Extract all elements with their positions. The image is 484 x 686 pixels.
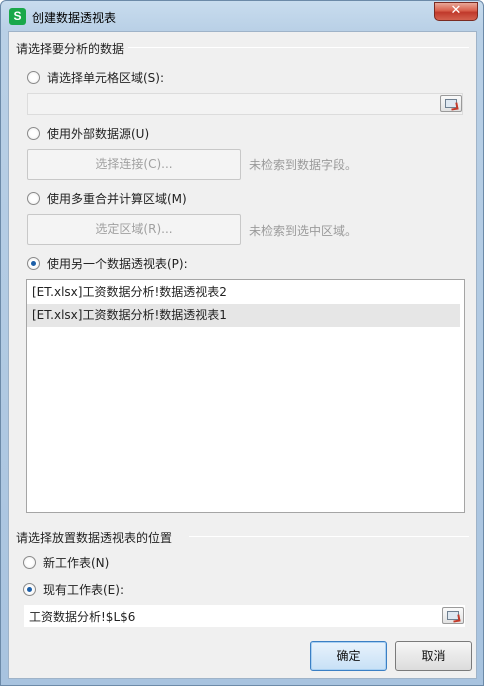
option-existing-worksheet[interactable]: 现有工作表(E):: [23, 581, 124, 598]
no-region-note: 未检索到选中区域。: [249, 224, 358, 238]
location-value: 工资数据分析!$L$6: [29, 610, 136, 624]
location-group-divider: [189, 536, 469, 537]
list-item[interactable]: [ET.xlsx]工资数据分析!数据透视表2: [27, 281, 464, 304]
radio-external-source[interactable]: [27, 127, 40, 140]
option-multiple-consolidation[interactable]: 使用多重合并计算区域(M): [27, 190, 187, 207]
location-picker-arrow-icon: [452, 614, 461, 623]
radio-multiple-consolidation[interactable]: [27, 192, 40, 205]
list-item[interactable]: [ET.xlsx]工资数据分析!数据透视表1: [27, 304, 460, 327]
source-group-divider: [124, 47, 469, 48]
cell-range-label: 请选择单元格区域(S):: [47, 71, 165, 85]
title-bar[interactable]: S 创建数据透视表 ✕: [1, 1, 483, 31]
close-button[interactable]: ✕: [434, 2, 478, 21]
option-external-source[interactable]: 使用外部数据源(U): [27, 125, 149, 142]
external-source-label: 使用外部数据源(U): [47, 127, 150, 141]
source-group-label: 请选择要分析的数据: [16, 40, 129, 57]
range-picker-button[interactable]: [440, 95, 462, 112]
radio-new-worksheet[interactable]: [23, 556, 36, 569]
select-connection-button[interactable]: 选择连接(C)...: [27, 149, 241, 180]
dialog-title: 创建数据透视表: [32, 11, 117, 25]
multiple-consolidation-label: 使用多重合并计算区域(M): [47, 192, 187, 206]
ok-button[interactable]: 确定: [310, 641, 387, 671]
another-pivot-label: 使用另一个数据透视表(P):: [47, 257, 188, 271]
new-worksheet-label: 新工作表(N): [43, 556, 110, 570]
select-region-button[interactable]: 选定区域(R)...: [27, 214, 241, 245]
option-another-pivot[interactable]: 使用另一个数据透视表(P):: [27, 255, 188, 272]
option-new-worksheet[interactable]: 新工作表(N): [23, 554, 109, 571]
wps-app-icon: S: [9, 8, 26, 25]
radio-another-pivot[interactable]: [27, 257, 40, 270]
option-cell-range[interactable]: 请选择单元格区域(S):: [27, 69, 164, 86]
radio-existing-worksheet[interactable]: [23, 583, 36, 596]
create-pivot-table-dialog: S 创建数据透视表 ✕ 请选择要分析的数据 请选择单元格区域(S): 使用外部数…: [0, 0, 484, 686]
existing-worksheet-label: 现有工作表(E):: [43, 583, 124, 597]
no-field-note: 未检索到数据字段。: [249, 158, 358, 172]
dialog-body: 请选择要分析的数据 请选择单元格区域(S): 使用外部数据源(U) 选择连接(C…: [8, 31, 477, 679]
range-picker-arrow-icon: [450, 102, 459, 111]
cell-range-input[interactable]: [27, 93, 463, 115]
location-picker-button[interactable]: [442, 607, 464, 624]
pivot-table-list[interactable]: [ET.xlsx]工资数据分析!数据透视表2 [ET.xlsx]工资数据分析!数…: [26, 279, 465, 513]
location-input[interactable]: 工资数据分析!$L$6: [24, 605, 465, 627]
cancel-button[interactable]: 取消: [395, 641, 472, 671]
radio-cell-range[interactable]: [27, 71, 40, 84]
location-group-label: 请选择放置数据透视表的位置: [16, 529, 177, 546]
